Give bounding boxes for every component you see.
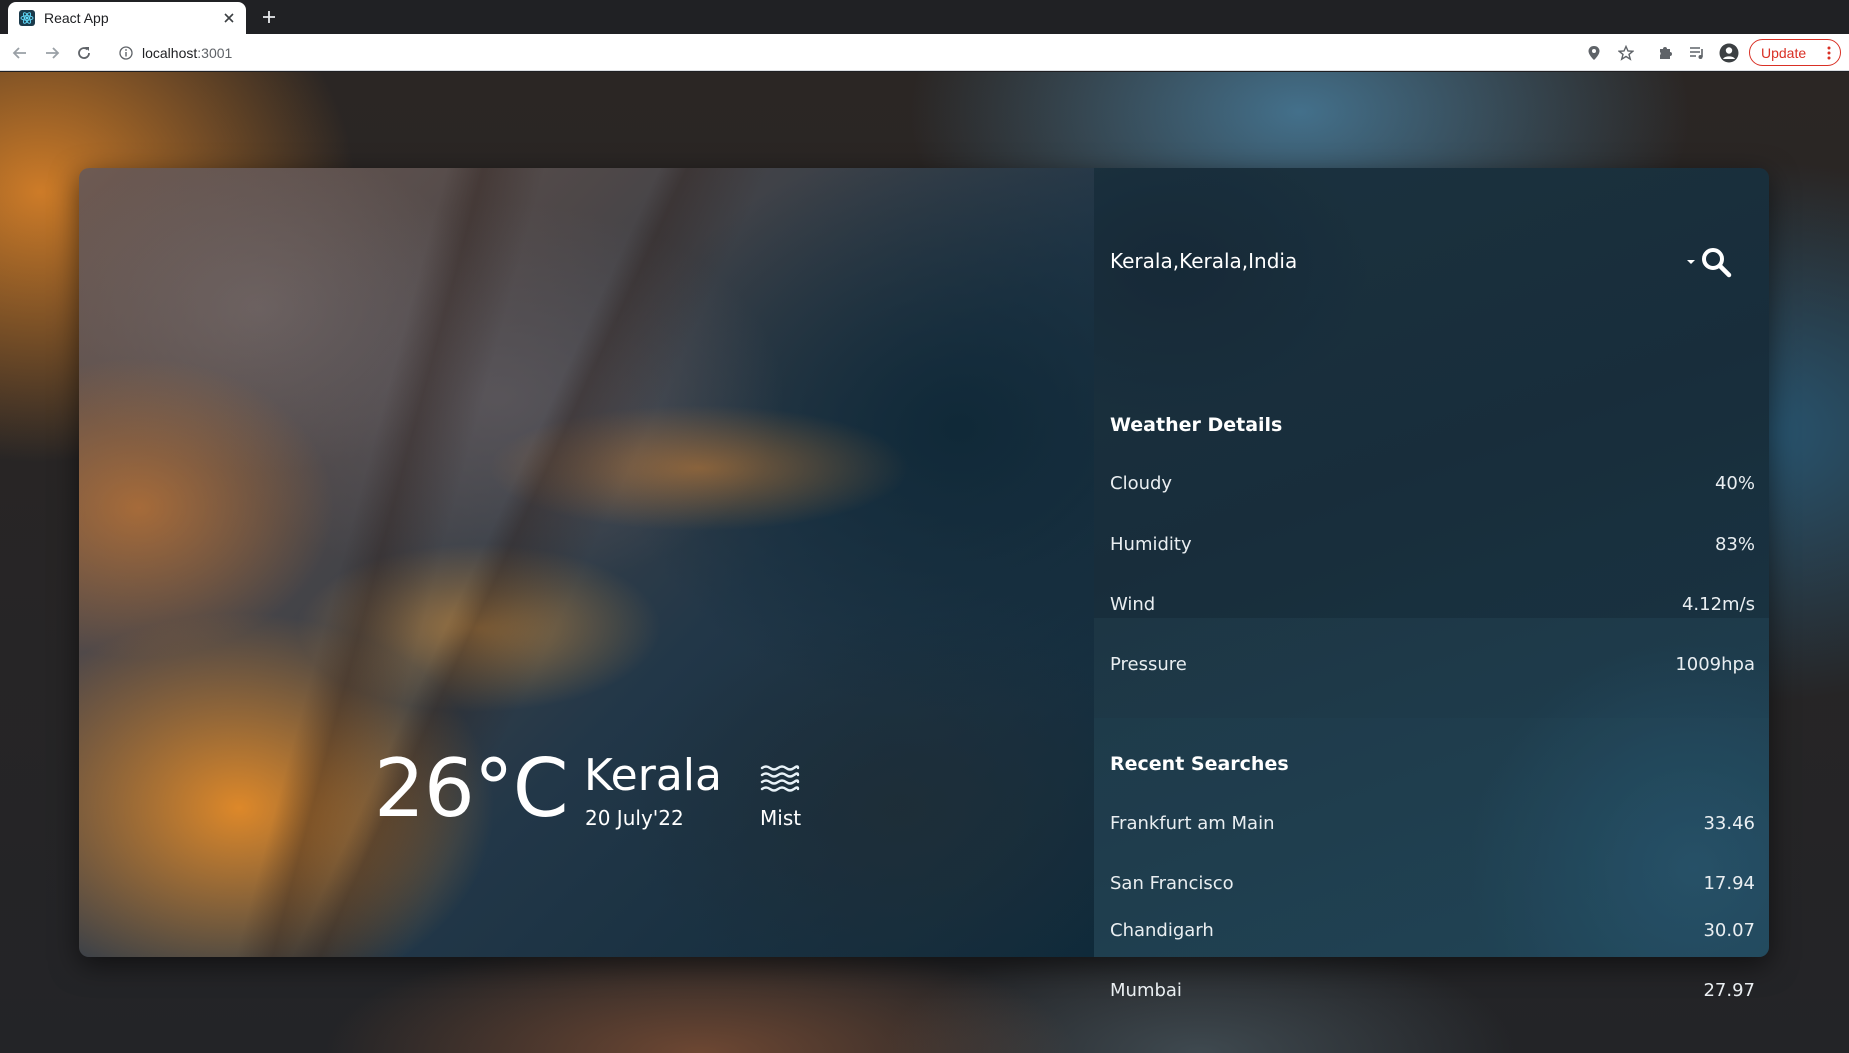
detail-value: 4.12m/s — [1681, 594, 1755, 615]
temperature: 26°C — [374, 742, 569, 835]
detail-value: 1009hpa — [1675, 654, 1755, 675]
url-host: localhost — [142, 44, 198, 61]
url-port: :3001 — [197, 44, 233, 61]
detail-row-cloudy: Cloudy 40% — [1110, 473, 1755, 503]
mist-icon — [760, 765, 800, 792]
recent-city: Frankfurt am Main — [1110, 813, 1275, 834]
current-date: 20 July'22 — [585, 806, 684, 830]
forward-arrow-icon[interactable] — [41, 42, 63, 64]
update-button[interactable]: Update — [1749, 39, 1841, 66]
recent-search-item[interactable]: San Francisco 17.94 — [1110, 873, 1755, 903]
recent-city: Chandigarh — [1110, 920, 1214, 941]
back-arrow-icon[interactable] — [9, 42, 31, 64]
condition-label: Mist — [760, 806, 802, 830]
weather-card: 26°C Kerala 20 July'22 Mist Kerala,Keral… — [79, 168, 1769, 957]
weather-details-section: Weather Details Cloudy 40% Humidity 83% … — [1094, 168, 1769, 618]
location-search-input[interactable] — [1110, 238, 1670, 284]
recent-city: San Francisco — [1110, 873, 1234, 894]
detail-label: Wind — [1110, 594, 1156, 615]
detail-row-wind: Wind 4.12m/s — [1110, 594, 1755, 624]
reload-icon[interactable] — [73, 42, 95, 64]
page-background: 26°C Kerala 20 July'22 Mist Kerala,Keral… — [0, 72, 1849, 1053]
detail-row-humidity: Humidity 83% — [1110, 534, 1755, 564]
browser-tab-bar: React App — [0, 0, 1849, 34]
weather-details-title: Weather Details — [1110, 414, 1283, 436]
detail-label: Pressure — [1110, 654, 1187, 675]
dropdown-caret-icon[interactable] — [1685, 258, 1697, 266]
recent-searches-title: Recent Searches — [1110, 753, 1289, 775]
browser-toolbar: localhost:3001 Update — [0, 34, 1849, 71]
recent-search-item[interactable]: Frankfurt am Main 33.46 — [1110, 813, 1755, 843]
browser-tab[interactable]: React App — [8, 2, 246, 34]
profile-avatar-icon[interactable] — [1718, 42, 1740, 64]
recent-temp: 33.46 — [1703, 813, 1755, 834]
recent-search-item[interactable]: Mumbai 27.97 — [1110, 980, 1755, 1010]
detail-row-pressure: Pressure 1009hpa — [1110, 654, 1755, 684]
react-favicon-icon — [19, 10, 35, 26]
location-pin-icon[interactable] — [1583, 42, 1605, 64]
address-bar[interactable]: localhost:3001 — [110, 38, 1690, 67]
tab-title: React App — [44, 10, 109, 26]
recent-search-item[interactable]: Chandigarh 30.07 — [1110, 920, 1755, 946]
side-panel: Weather Details Cloudy 40% Humidity 83% … — [1094, 168, 1769, 957]
location-search — [1094, 238, 1769, 284]
detail-value: 40% — [1714, 473, 1755, 494]
more-menu-icon[interactable] — [1827, 45, 1831, 64]
detail-label: Humidity — [1110, 534, 1192, 555]
media-queue-icon[interactable] — [1686, 42, 1708, 64]
city-name: Kerala — [584, 750, 722, 801]
new-tab-icon[interactable] — [258, 6, 280, 28]
recent-city: Mumbai — [1110, 980, 1182, 1001]
detail-value: 83% — [1714, 534, 1755, 555]
search-icon[interactable] — [1700, 246, 1732, 278]
site-info-icon[interactable] — [118, 45, 134, 61]
detail-label: Cloudy — [1110, 473, 1173, 494]
close-tab-icon[interactable] — [221, 10, 237, 26]
recent-temp: 30.07 — [1703, 920, 1755, 941]
sun-rays-overlay — [79, 168, 1094, 957]
update-label: Update — [1761, 44, 1807, 61]
recent-temp: 27.97 — [1703, 980, 1755, 1001]
sky-background-image: 26°C Kerala 20 July'22 Mist — [79, 168, 1094, 957]
recent-temp: 17.94 — [1703, 873, 1755, 894]
bookmark-star-icon[interactable] — [1615, 42, 1637, 64]
extensions-puzzle-icon[interactable] — [1654, 42, 1676, 64]
